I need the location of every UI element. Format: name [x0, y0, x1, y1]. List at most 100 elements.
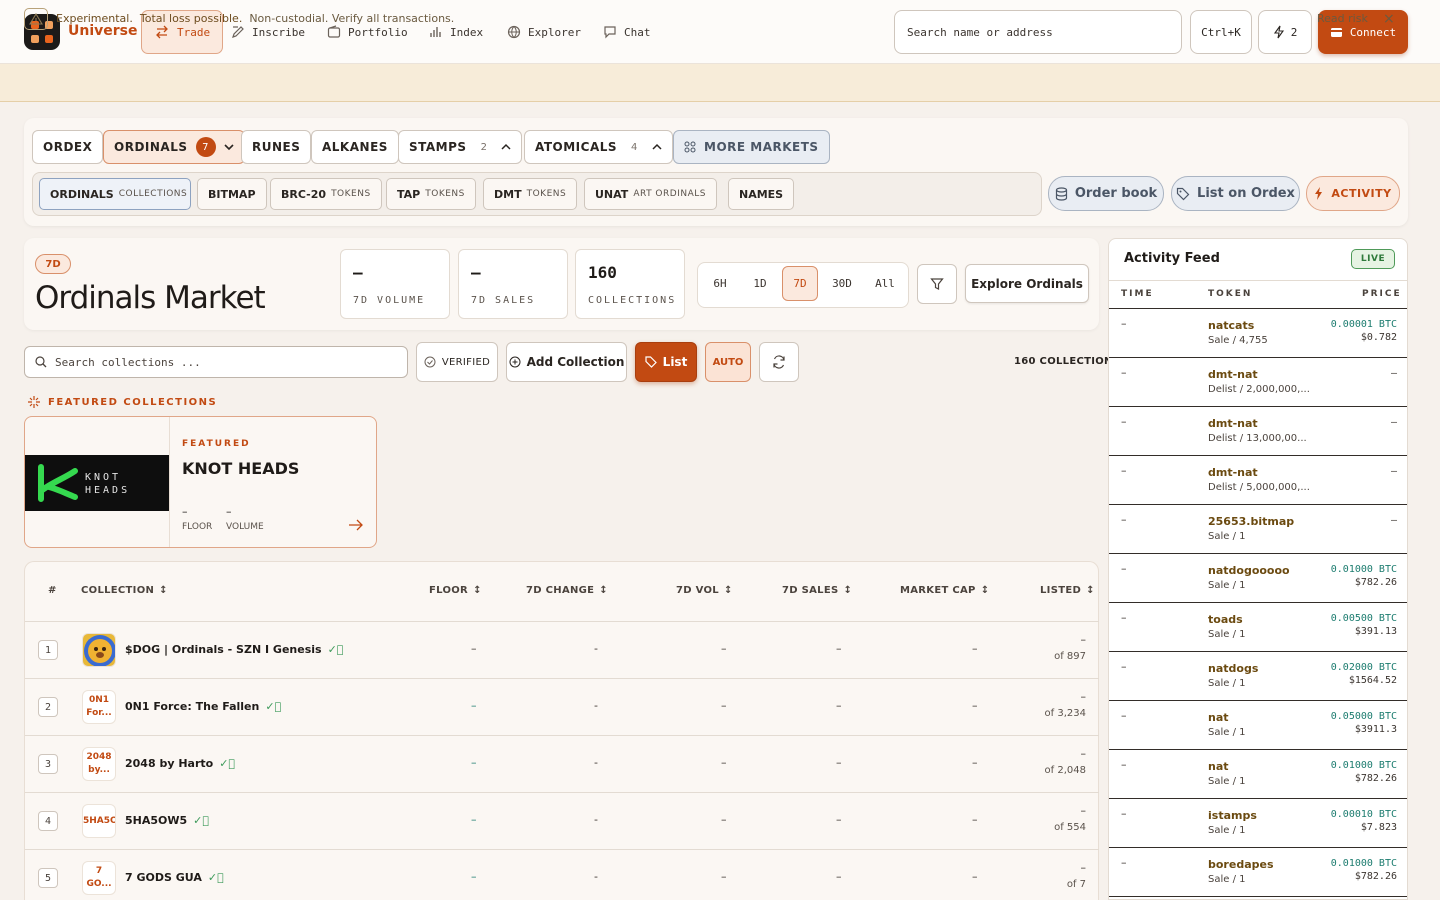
global-search-input[interactable]: Search name or address	[894, 10, 1182, 54]
order-book-button[interactable]: Order book	[1048, 176, 1164, 211]
feed-row[interactable]: – toads Sale / 1 0.00500 BTC $391.13	[1109, 603, 1407, 652]
feed-token[interactable]: nat	[1208, 760, 1229, 773]
nav-chat[interactable]: Chat	[603, 10, 651, 54]
verified-filter-button[interactable]: VERIFIED	[416, 342, 498, 382]
period-7d[interactable]: 7D	[782, 266, 818, 301]
feed-row[interactable]: – dmt-nat Delist / 5,000,000,... –	[1109, 456, 1407, 505]
feed-time: –	[1121, 807, 1127, 820]
feed-row[interactable]: – istamps Sale / 1 0.00010 BTC $7.823	[1109, 799, 1407, 848]
col-listed[interactable]: LISTED ↕	[1040, 585, 1095, 596]
market-tab-alkanes[interactable]: ALKANES	[311, 130, 399, 164]
market-tab-ordinals[interactable]: ORDINALS 7	[103, 130, 245, 164]
collection-search-input[interactable]: Search collections ...	[24, 346, 408, 378]
feed-detail: Sale / 1	[1208, 678, 1246, 689]
chat-bubble-icon	[604, 26, 616, 39]
wallet-icon	[1330, 28, 1342, 37]
period-all[interactable]: All	[866, 266, 904, 301]
feed-row[interactable]: – nat Sale / 1 0.01000 BTC $782.26	[1109, 750, 1407, 799]
close-icon[interactable]: ×	[1383, 11, 1395, 27]
col-7d-sales[interactable]: 7D SALES ↕	[782, 585, 852, 596]
feed-token[interactable]: toads	[1208, 613, 1243, 626]
feed-row[interactable]: – natcats Sale / 4,755 0.00001 BTC $0.782	[1109, 309, 1407, 358]
feed-time: –	[1121, 562, 1127, 575]
table-row[interactable]: 1 $DOG | Ordinals - SZN I Genesis ✓⃝ – - …	[25, 622, 1099, 679]
plus-circle-icon	[509, 356, 521, 368]
feed-detail: Delist / 13,000,00...	[1208, 433, 1307, 444]
globe-icon	[507, 25, 521, 39]
list-on-ordex-button[interactable]: List on Ordex	[1171, 176, 1300, 211]
col-market-cap[interactable]: MARKET CAP ↕	[900, 585, 989, 596]
warning-triangle-icon	[24, 8, 48, 30]
market-tab-atomicals[interactable]: ATOMICALS 4	[524, 130, 673, 164]
subtab-dmt[interactable]: DMT TOKENS	[483, 178, 578, 210]
feed-row[interactable]: – dmt-nat Delist / 2,000,000,... –	[1109, 358, 1407, 407]
col-7d-vol[interactable]: 7D VOL ↕	[676, 585, 733, 596]
activity-toggle-button[interactable]: ACTIVITY	[1306, 176, 1400, 211]
period-30d[interactable]: 30D	[822, 266, 862, 301]
auto-toggle-button[interactable]: AUTO	[705, 342, 751, 382]
subtab-bitmap[interactable]: BITMAP	[197, 178, 267, 210]
feed-token[interactable]: nat	[1208, 711, 1229, 724]
period-1d[interactable]: 1D	[742, 266, 778, 301]
add-collection-button[interactable]: Add Collection	[506, 342, 627, 382]
market-tab-ordex[interactable]: ORDEX	[32, 130, 104, 164]
feed-detail: Sale / 1	[1208, 531, 1246, 542]
feed-row[interactable]: – 25653.bitmap Sale / 1 –	[1109, 505, 1407, 554]
sort-icon: ↕	[473, 585, 482, 596]
market-tab-runes[interactable]: RUNES	[241, 130, 312, 164]
feed-token[interactable]: natdogooooo	[1208, 564, 1290, 577]
refresh-icon	[773, 355, 785, 369]
feed-time: –	[1121, 660, 1127, 673]
feed-time: –	[1121, 758, 1127, 771]
feed-detail: Sale / 1	[1208, 874, 1246, 885]
brand-name[interactable]: Universe	[68, 23, 138, 39]
feed-token[interactable]: boredapes	[1208, 858, 1274, 871]
market-tab-stamps[interactable]: STAMPS 2	[398, 130, 523, 164]
table-row[interactable]: 5 7 GO... 7 GODS GUA ✓⃝ – - – – – – of 7	[25, 850, 1099, 900]
feed-token[interactable]: istamps	[1208, 809, 1257, 822]
table-row[interactable]: 3 2048 by... 2048 by Harto ✓⃝ – - – – – –…	[25, 736, 1099, 793]
arrow-right-icon[interactable]	[348, 519, 364, 531]
feed-token[interactable]: natcats	[1208, 319, 1254, 332]
shortcut-button[interactable]: Ctrl+K	[1190, 10, 1252, 54]
col-collection[interactable]: COLLECTION ↕	[81, 585, 168, 596]
feed-token[interactable]: dmt-nat	[1208, 417, 1258, 430]
feed-row[interactable]: – natdogs Sale / 1 0.02000 BTC $1564.52	[1109, 652, 1407, 701]
list-button[interactable]: List	[635, 342, 697, 382]
feed-row[interactable]: – boredapes Sale / 1 0.01000 BTC $782.26	[1109, 848, 1407, 897]
feed-detail: Sale / 1	[1208, 629, 1246, 640]
sort-icon: ↕	[723, 585, 733, 596]
feed-token[interactable]: 25653.bitmap	[1208, 515, 1294, 528]
table-row[interactable]: 2 0N1 For... 0N1 Force: The Fallen ✓⃝ – -…	[25, 679, 1099, 736]
feed-token[interactable]: dmt-nat	[1208, 368, 1258, 381]
tag-icon	[645, 356, 657, 368]
read-risk-link[interactable]: Read risk	[1317, 12, 1368, 25]
feed-row[interactable]: – dmt-nat Delist / 13,000,00... –	[1109, 407, 1407, 456]
filter-button[interactable]	[917, 264, 957, 304]
table-row[interactable]: 4 5HA5OW5 5HA5OW5✓⃝ – - – – – – of 554	[25, 793, 1099, 850]
period-6h[interactable]: 6H	[702, 266, 738, 301]
subtab-brc20[interactable]: BRC-20 TOKENS	[270, 178, 382, 210]
feed-token[interactable]: dmt-nat	[1208, 466, 1258, 479]
subtab-unat[interactable]: UNAT ART ORDINALS	[584, 178, 717, 210]
refresh-button[interactable]	[759, 342, 799, 382]
col-floor[interactable]: FLOOR ↕	[429, 585, 482, 596]
featured-card-knot-heads[interactable]: KNOT HEADS FEATURED KNOT HEADS – FLOOR –…	[24, 416, 377, 548]
warning-text: Experimental. Total loss possible. Non-c…	[56, 12, 455, 25]
more-markets-button[interactable]: MORE MARKETS	[673, 130, 830, 164]
risk-warning-bar	[0, 64, 1440, 102]
nav-explorer[interactable]: Explorer	[507, 10, 581, 54]
feed-token[interactable]: natdogs	[1208, 662, 1258, 675]
bolt-button[interactable]: 2	[1258, 10, 1312, 54]
verified-check-icon: ✓⃝	[207, 871, 224, 884]
collection-avatar: 7 GO...	[82, 861, 116, 895]
feed-row[interactable]: – nat Sale / 1 0.05000 BTC $3911.3	[1109, 701, 1407, 750]
feed-row[interactable]: – natdogooooo Sale / 1 0.01000 BTC $782.26	[1109, 554, 1407, 603]
verified-check-icon: ✓⃝	[219, 757, 236, 770]
col-7d-change[interactable]: 7D CHANGE ↕	[526, 585, 608, 596]
explore-ordinals-button[interactable]: Explore Ordinals	[965, 264, 1089, 303]
subtab-names[interactable]: NAMES	[728, 178, 795, 210]
feed-price-btc: 0.00001 BTC	[1330, 319, 1397, 330]
subtab-tap[interactable]: TAP TOKENS	[386, 178, 476, 210]
subtab-ordinals-collections[interactable]: ORDINALS COLLECTIONS	[39, 178, 191, 210]
